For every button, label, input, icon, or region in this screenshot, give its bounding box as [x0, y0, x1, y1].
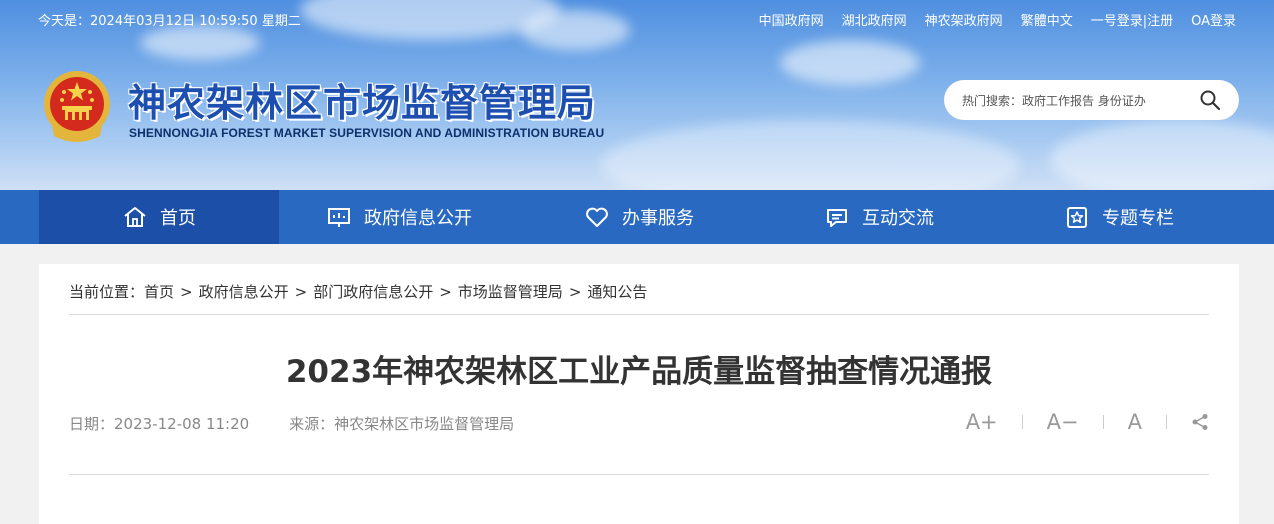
- search-icon[interactable]: [1199, 89, 1221, 111]
- breadcrumb-notices[interactable]: 通知公告: [587, 283, 647, 301]
- site-title: 神农架林区市场监督管理局: [128, 80, 597, 125]
- top-links: 中国政府网 湖北政府网 神农架政府网 繁體中文 一号登录|注册 OA登录: [741, 10, 1236, 29]
- link-shennongjia-gov[interactable]: 神农架政府网: [925, 10, 1003, 29]
- current-date: 今天是：2024年03月12日 10:59:50 星期二: [38, 14, 301, 29]
- article-tools: A+ A− A: [966, 410, 1209, 434]
- top-bar: 今天是：2024年03月12日 10:59:50 星期二 中国政府网 湖北政府网…: [0, 0, 1274, 36]
- star-badge-icon: [1067, 207, 1087, 228]
- search-input[interactable]: 热门搜索：政府工作报告 身份证办: [962, 92, 1146, 109]
- tool-divider: [1102, 415, 1104, 429]
- article-title: 2023年神农架林区工业产品质量监督抽查情况通报: [285, 354, 993, 390]
- nav-item-topics[interactable]: 专题专栏: [999, 190, 1239, 244]
- divider: [69, 314, 1209, 315]
- link-hubei-gov[interactable]: 湖北政府网: [842, 10, 907, 29]
- nav-item-interaction[interactable]: 互动交流: [759, 190, 999, 244]
- article-panel: 当前位置：首页 > 政府信息公开 > 部门政府信息公开 > 市场监督管理局 > 通知公告 202…: [39, 264, 1239, 524]
- breadcrumb-prefix: 当前位置：: [69, 283, 145, 301]
- breadcrumb-separator: >: [568, 283, 582, 301]
- site-header: 今天是：2024年03月12日 10:59:50 星期二 中国政府网 湖北政府网…: [0, 0, 1274, 190]
- nav-item-home[interactable]: 首页: [39, 190, 279, 244]
- tool-divider: [1166, 415, 1167, 429]
- divider: [69, 474, 1209, 475]
- nav-label-topics: 专题专栏: [1102, 208, 1174, 229]
- presentation-icon: [328, 208, 350, 227]
- chat-icon: [827, 209, 847, 227]
- nav-label-gov-info: 政府信息公开: [364, 208, 472, 229]
- nav-item-services[interactable]: 办事服务: [519, 190, 759, 244]
- font-default-button[interactable]: A: [1128, 410, 1142, 434]
- share-icon[interactable]: [1191, 413, 1209, 431]
- link-oa-login[interactable]: OA登录: [1191, 10, 1236, 29]
- breadcrumb-gov-info[interactable]: 政府信息公开: [199, 283, 289, 301]
- nav-label-home: 首页: [160, 208, 196, 229]
- heart-icon: [586, 207, 608, 227]
- link-traditional-chinese[interactable]: 繁體中文: [1021, 10, 1073, 29]
- breadcrumb-separator: >: [439, 283, 452, 301]
- nav-item-gov-info[interactable]: 政府信息公开: [279, 190, 519, 244]
- home-icon: [124, 207, 146, 227]
- nav-label-services: 办事服务: [622, 208, 694, 229]
- nav-label-interaction: 互动交流: [862, 208, 934, 229]
- link-china-gov[interactable]: 中国政府网: [759, 10, 824, 29]
- breadcrumb-separator: >: [294, 283, 308, 301]
- breadcrumb-separator: >: [180, 283, 193, 301]
- breadcrumb: 当前位置：首页 > 政府信息公开 > 部门政府信息公开 > 市场监督管理局 > 通知公告: [69, 281, 647, 302]
- font-increase-button[interactable]: A+: [966, 410, 998, 434]
- article-meta: 日期：2023-12-08 11:20 来源：神农架林区市场监督管理局: [69, 413, 514, 434]
- search-box[interactable]: 热门搜索：政府工作报告 身份证办: [944, 80, 1239, 120]
- link-login-register[interactable]: 一号登录|注册: [1091, 10, 1173, 29]
- national-emblem-icon: [44, 71, 110, 142]
- article-source: 来源：神农架林区市场监督管理局: [289, 415, 515, 433]
- font-decrease-button[interactable]: A−: [1047, 410, 1079, 434]
- breadcrumb-dept-info[interactable]: 部门政府信息公开: [313, 283, 433, 301]
- breadcrumb-bureau[interactable]: 市场监督管理局: [458, 283, 563, 301]
- tool-divider: [1021, 415, 1023, 429]
- article-date: 日期：2023-12-08 11:20: [69, 415, 250, 433]
- breadcrumb-home[interactable]: 首页: [144, 283, 174, 301]
- site-subtitle: SHENNONGJIA FOREST MARKET SUPERVISION AN…: [129, 126, 605, 140]
- main-nav: 首页 政府信息公开 办事服务 互动交流 专题专栏: [0, 190, 1274, 244]
